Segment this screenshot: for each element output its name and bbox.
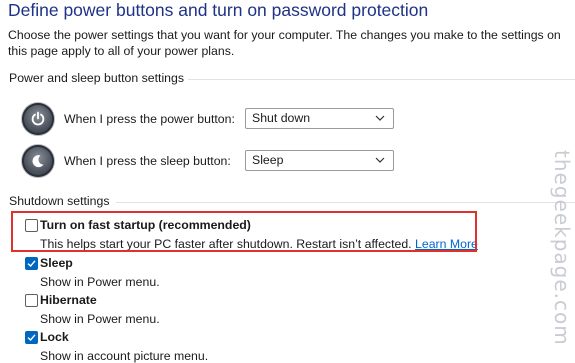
sleep-option-title: Sleep: [40, 256, 73, 270]
sleep-button-select-value: Sleep: [252, 153, 284, 167]
sleep-button-label: When I press the sleep button:: [64, 154, 231, 168]
power-button-row: When I press the power button: Shut down: [22, 102, 394, 136]
fast-startup-checkbox[interactable]: [25, 219, 38, 232]
chevron-down-icon: [375, 115, 385, 121]
watermark-text: thegeekpage.com: [550, 150, 571, 346]
hibernate-option-title: Hibernate: [40, 293, 97, 307]
section-divider: [116, 202, 575, 203]
power-button-select[interactable]: Shut down: [245, 108, 394, 129]
power-sleep-section-heading: Power and sleep button settings: [9, 71, 185, 85]
lock-option-title: Lock: [40, 330, 69, 344]
watermark: thegeekpage.com: [547, 150, 571, 355]
hibernate-option-description: Show in Power menu.: [40, 312, 160, 326]
sleep-moon-icon: [22, 145, 54, 177]
power-button-label: When I press the power button:: [64, 112, 235, 126]
page-title: Define power buttons and turn on passwor…: [8, 0, 429, 20]
sleep-checkbox[interactable]: [25, 257, 38, 270]
lock-option-description: Show in account picture menu.: [40, 349, 209, 363]
sleep-button-select[interactable]: Sleep: [245, 150, 394, 171]
page-description: Choose the power settings that you want …: [8, 28, 561, 58]
sleep-option-description: Show in Power menu.: [40, 275, 160, 289]
power-button-select-value: Shut down: [252, 111, 311, 125]
sleep-button-row: When I press the sleep button: Sleep: [22, 144, 394, 178]
section-divider: [188, 79, 575, 80]
lock-checkbox[interactable]: [25, 331, 38, 344]
checkmark-icon: [27, 260, 36, 268]
fast-startup-title: Turn on fast startup (recommended): [40, 218, 251, 232]
power-icon: [22, 103, 54, 135]
checkmark-icon: [27, 334, 36, 342]
shutdown-section-heading: Shutdown settings: [9, 194, 110, 208]
fast-startup-description: This helps start your PC faster after sh…: [40, 237, 478, 251]
hibernate-checkbox[interactable]: [25, 294, 38, 307]
fast-startup-description-text: This helps start your PC faster after sh…: [40, 237, 412, 251]
chevron-down-icon: [375, 157, 385, 163]
learn-more-link[interactable]: Learn More: [415, 237, 478, 251]
